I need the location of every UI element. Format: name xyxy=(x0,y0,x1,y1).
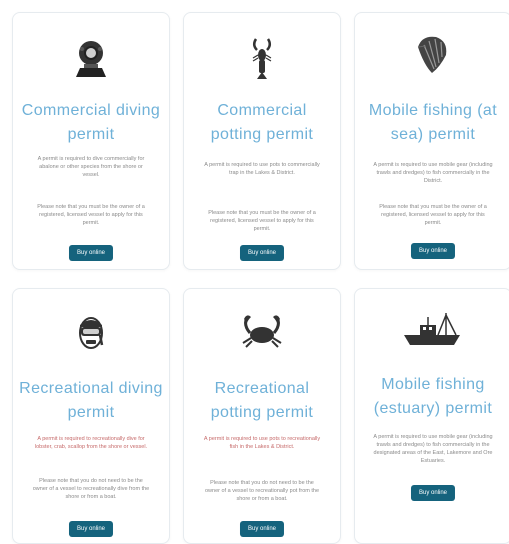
buy-online-button[interactable]: Buy online xyxy=(68,521,114,537)
card-note: Please note that you do not need to be t… xyxy=(32,478,150,500)
card-note: Please note that you must be the owner o… xyxy=(379,204,487,226)
scallop-shell-icon xyxy=(355,33,509,75)
permit-card-mobile-fishing-sea: Mobile fishing (at sea) permit A permit … xyxy=(354,12,509,270)
card-note: Please note that you must be the owner o… xyxy=(37,204,145,226)
card-note: Please note that you do not need to be t… xyxy=(204,480,320,502)
card-title: Commercial potting permit xyxy=(210,102,314,143)
permit-card-mobile-fishing-estuary: Mobile fishing (estuary) permit A permit… xyxy=(354,288,509,544)
card-title: Commercial diving permit xyxy=(21,102,161,143)
card-title: Recreational diving permit xyxy=(19,380,163,421)
card-description: A permit is required to recreationally d… xyxy=(34,436,148,450)
fishing-boat-icon xyxy=(355,311,509,349)
card-title: Mobile fishing (estuary) permit xyxy=(373,376,493,417)
card-description: A permit is required to dive commerciall… xyxy=(37,156,145,178)
buy-online-button[interactable]: Buy online xyxy=(239,245,285,261)
buy-online-button[interactable]: Buy online xyxy=(410,485,456,501)
permit-card-recreational-potting: Recreational potting permit A permit is … xyxy=(183,288,341,544)
lobster-icon xyxy=(184,37,340,81)
card-description: A permit is required to use mobile gear … xyxy=(373,434,493,464)
card-title: Mobile fishing (at sea) permit xyxy=(368,102,498,143)
card-description: A permit is required to use mobile gear … xyxy=(373,162,493,184)
buy-online-button[interactable]: Buy online xyxy=(239,521,285,537)
crab-icon xyxy=(184,311,340,349)
permit-grid: Commercial diving permit A permit is req… xyxy=(0,0,509,544)
card-note: Please note that you must be the owner o… xyxy=(208,210,316,232)
buy-online-button[interactable]: Buy online xyxy=(410,243,456,259)
diving-helmet-icon xyxy=(13,37,169,79)
card-description: A permit is required to use pots to recr… xyxy=(203,436,321,450)
permit-card-recreational-diving: Recreational diving permit A permit is r… xyxy=(12,288,170,544)
diver-mask-icon xyxy=(13,313,169,353)
card-title: Recreational potting permit xyxy=(210,380,314,421)
permit-card-commercial-potting: Commercial potting permit A permit is re… xyxy=(183,12,341,270)
card-description: A permit is required to use pots to comm… xyxy=(204,162,320,176)
buy-online-button[interactable]: Buy online xyxy=(68,245,114,261)
permit-card-commercial-diving: Commercial diving permit A permit is req… xyxy=(12,12,170,270)
